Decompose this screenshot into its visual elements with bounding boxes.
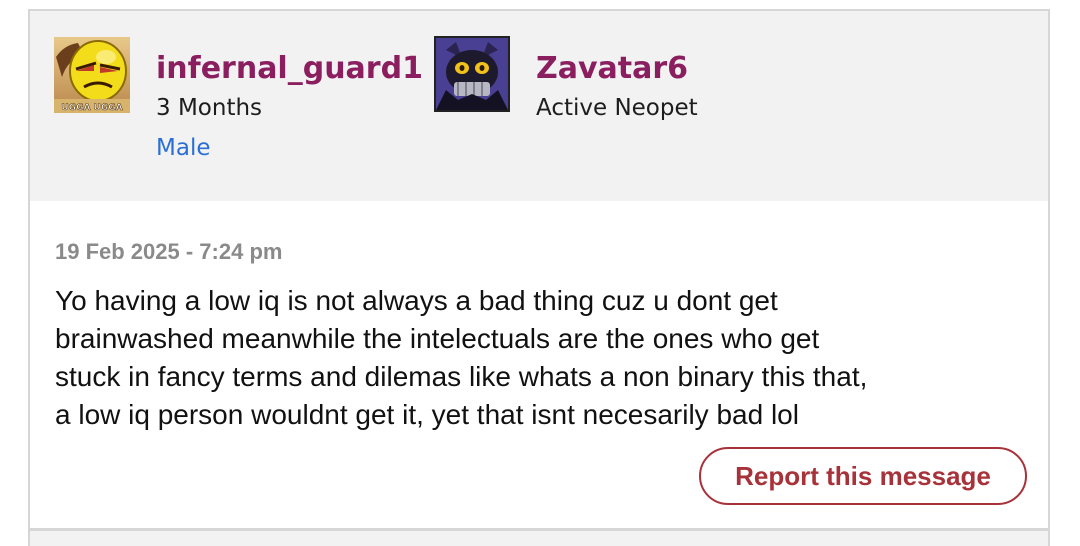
svg-text:UGGA UGGA: UGGA UGGA — [61, 103, 122, 113]
post-message: Yo having a low iq is not always a bad t… — [55, 282, 1025, 434]
message-line: a low iq person wouldnt get it, yet that… — [55, 399, 799, 430]
pet-avatar[interactable] — [434, 36, 510, 112]
next-post-edge — [28, 529, 1050, 546]
report-message-button[interactable]: Report this message — [699, 447, 1027, 505]
author-gender-link[interactable]: Male — [156, 135, 210, 161]
post-timestamp: 19 Feb 2025 - 7:24 pm — [55, 239, 283, 264]
message-line: Yo having a low iq is not always a bad t… — [55, 285, 778, 316]
user-avatar[interactable]: UGGA UGGA — [54, 37, 130, 113]
dark-neopet-avatar-icon — [436, 38, 508, 110]
page: UGGA UGGA infernal_guard1 3 Months Male — [0, 0, 1080, 546]
pet-name-link[interactable]: Zavatar6 — [536, 51, 688, 86]
pet-status: Active Neopet — [536, 95, 698, 121]
ugga-ugga-avatar-icon: UGGA UGGA — [54, 37, 130, 113]
message-line: brainwashed meanwhile the intelectuals a… — [55, 323, 820, 354]
forum-post: UGGA UGGA infernal_guard1 3 Months Male — [28, 9, 1050, 530]
message-line: stuck in fancy terms and dilemas like wh… — [55, 361, 868, 392]
author-account-age: 3 Months — [156, 95, 263, 121]
post-header: UGGA UGGA infernal_guard1 3 Months Male — [30, 11, 1048, 201]
author-username-link[interactable]: infernal_guard1 — [156, 51, 423, 86]
